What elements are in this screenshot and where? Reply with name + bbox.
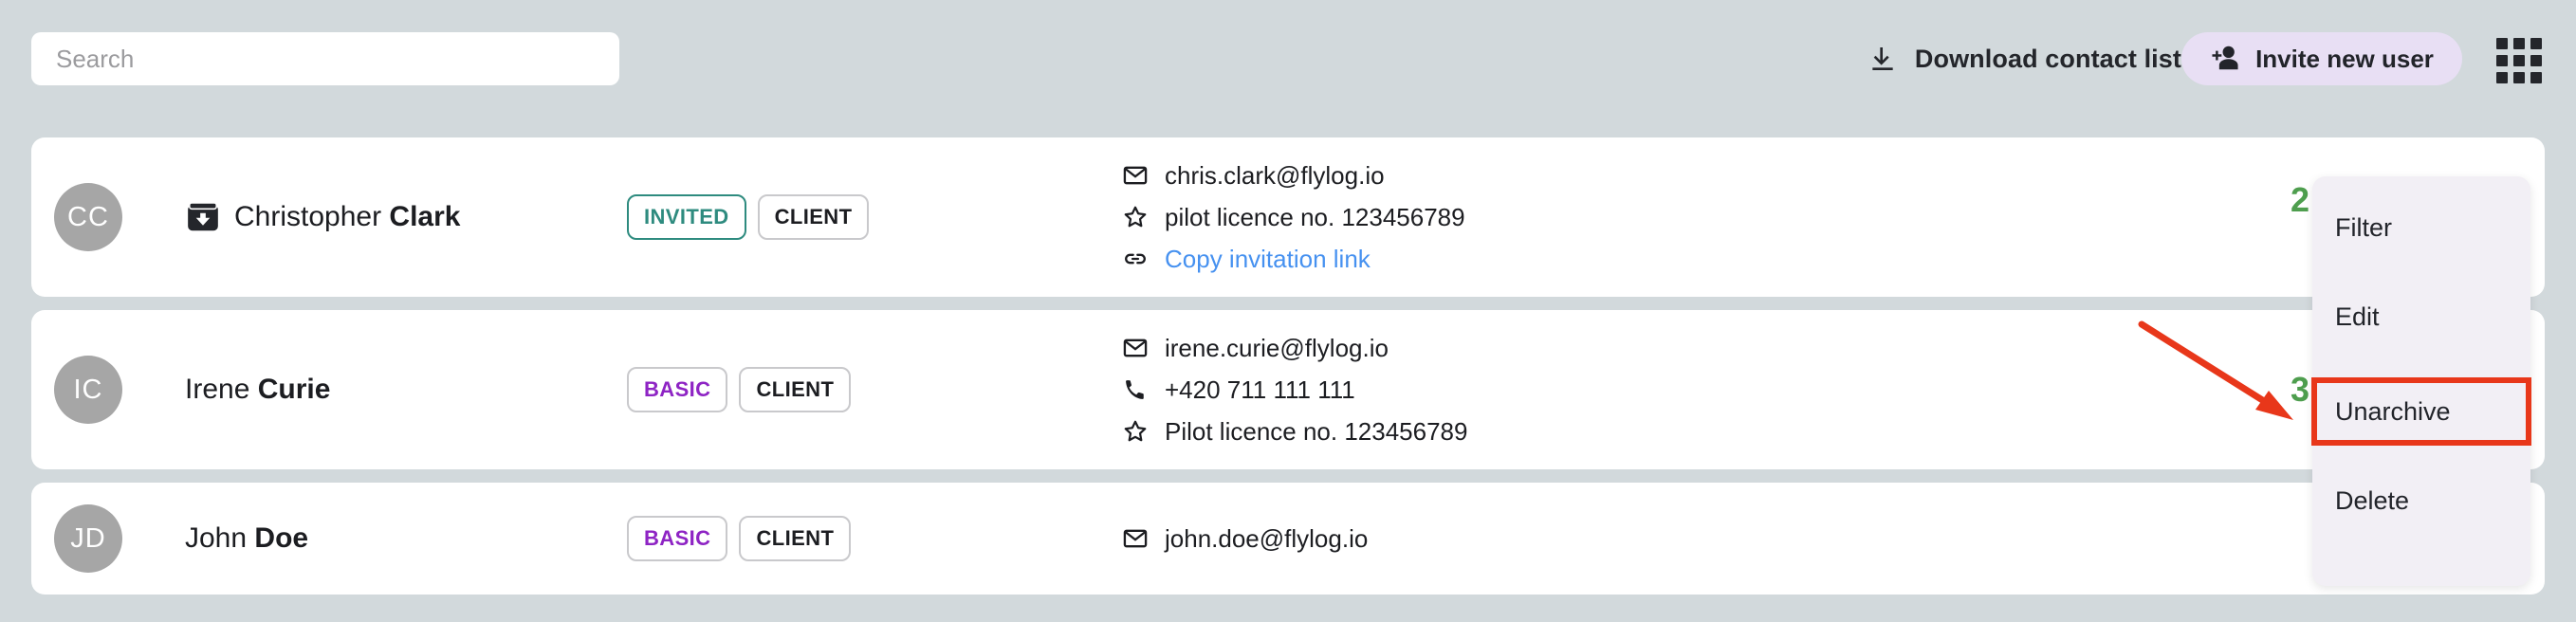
- badge-group: BASIC CLIENT: [627, 367, 852, 412]
- avatar: CC: [54, 183, 122, 251]
- detail-email: chris.clark@flylog.io: [1122, 159, 1465, 192]
- search-input[interactable]: [31, 32, 619, 85]
- email-icon: [1122, 335, 1149, 361]
- status-badge[interactable]: BASIC: [627, 367, 728, 412]
- contact-row[interactable]: CC Christopher Clark INVITED CLIENT chri…: [31, 137, 2545, 297]
- role-badge[interactable]: CLIENT: [739, 367, 852, 412]
- contact-name: John Doe: [185, 522, 309, 554]
- email-icon: [1122, 162, 1149, 189]
- invite-new-user-label: Invite new user: [2255, 44, 2434, 73]
- avatar: JD: [54, 504, 122, 573]
- contact-list: CC Christopher Clark INVITED CLIENT chri…: [31, 137, 2545, 608]
- copy-invitation-link[interactable]: Copy invitation link: [1165, 245, 1371, 274]
- email-text: john.doe@flylog.io: [1165, 523, 1369, 553]
- detail-email: irene.curie@flylog.io: [1122, 332, 1467, 364]
- phone-text: +420 711 111 111: [1165, 375, 1355, 404]
- phone-icon: [1122, 376, 1149, 403]
- step-marker-3: 3: [2291, 370, 2310, 409]
- contact-row[interactable]: IC Irene Curie BASIC CLIENT irene.curie@…: [31, 310, 2545, 469]
- contact-name-block: Christopher Clark: [185, 199, 460, 235]
- detail-licence: pilot licence no. 123456789: [1122, 201, 1465, 233]
- email-text: chris.clark@flylog.io: [1165, 160, 1385, 190]
- menu-item-delete[interactable]: Delete: [2312, 474, 2530, 527]
- status-badge[interactable]: INVITED: [627, 194, 746, 240]
- role-badge[interactable]: CLIENT: [739, 516, 852, 561]
- apps-grid-button[interactable]: [2494, 36, 2544, 85]
- step-marker-2: 2: [2291, 180, 2310, 219]
- download-contact-list-button[interactable]: Download contact list: [1868, 38, 2181, 80]
- download-contact-list-label: Download contact list: [1914, 44, 2181, 73]
- detail-copy-invitation[interactable]: Copy invitation link: [1122, 243, 1465, 275]
- detail-licence: Pilot licence no. 123456789: [1122, 415, 1467, 448]
- detail-phone: +420 711 111 111: [1122, 374, 1467, 406]
- archive-icon: [185, 199, 221, 235]
- star-icon: [1122, 204, 1149, 230]
- licence-text: pilot licence no. 123456789: [1165, 202, 1465, 231]
- context-dropdown-menu: Filter Edit Unarchive Delete: [2312, 176, 2530, 586]
- contact-details: john.doe@flylog.io: [1122, 522, 1368, 555]
- contact-details: irene.curie@flylog.io +420 711 111 111 P…: [1122, 332, 1467, 448]
- role-badge[interactable]: CLIENT: [757, 194, 870, 240]
- contact-name-block: John Doe: [185, 522, 308, 555]
- star-icon: [1122, 418, 1149, 445]
- menu-item-edit[interactable]: Edit: [2312, 290, 2530, 343]
- status-badge[interactable]: BASIC: [627, 516, 728, 561]
- contact-name: Christopher Clark: [234, 201, 461, 232]
- link-icon: [1122, 246, 1149, 272]
- apps-grid-icon: [2496, 38, 2542, 83]
- invite-new-user-button[interactable]: Invite new user: [2181, 32, 2462, 85]
- menu-item-filter[interactable]: Filter: [2312, 201, 2530, 254]
- top-toolbar: Download contact list Invite new user: [0, 0, 2576, 123]
- email-icon: [1122, 525, 1149, 552]
- download-icon: [1868, 44, 1898, 74]
- detail-email: john.doe@flylog.io: [1122, 522, 1368, 555]
- contact-name: Irene Curie: [185, 374, 331, 405]
- badge-group: BASIC CLIENT: [627, 516, 852, 561]
- contact-details: chris.clark@flylog.io pilot licence no. …: [1122, 159, 1465, 275]
- contact-row[interactable]: JD John Doe BASIC CLIENT john.doe@flylog…: [31, 483, 2545, 595]
- contact-name-block: Irene Curie: [185, 374, 330, 406]
- menu-item-unarchive[interactable]: Unarchive: [2312, 385, 2530, 438]
- person-add-icon: [2210, 45, 2240, 74]
- badge-group: INVITED CLIENT: [627, 194, 870, 240]
- email-text: irene.curie@flylog.io: [1165, 333, 1389, 362]
- licence-text: Pilot licence no. 123456789: [1165, 416, 1468, 446]
- avatar: IC: [54, 356, 122, 424]
